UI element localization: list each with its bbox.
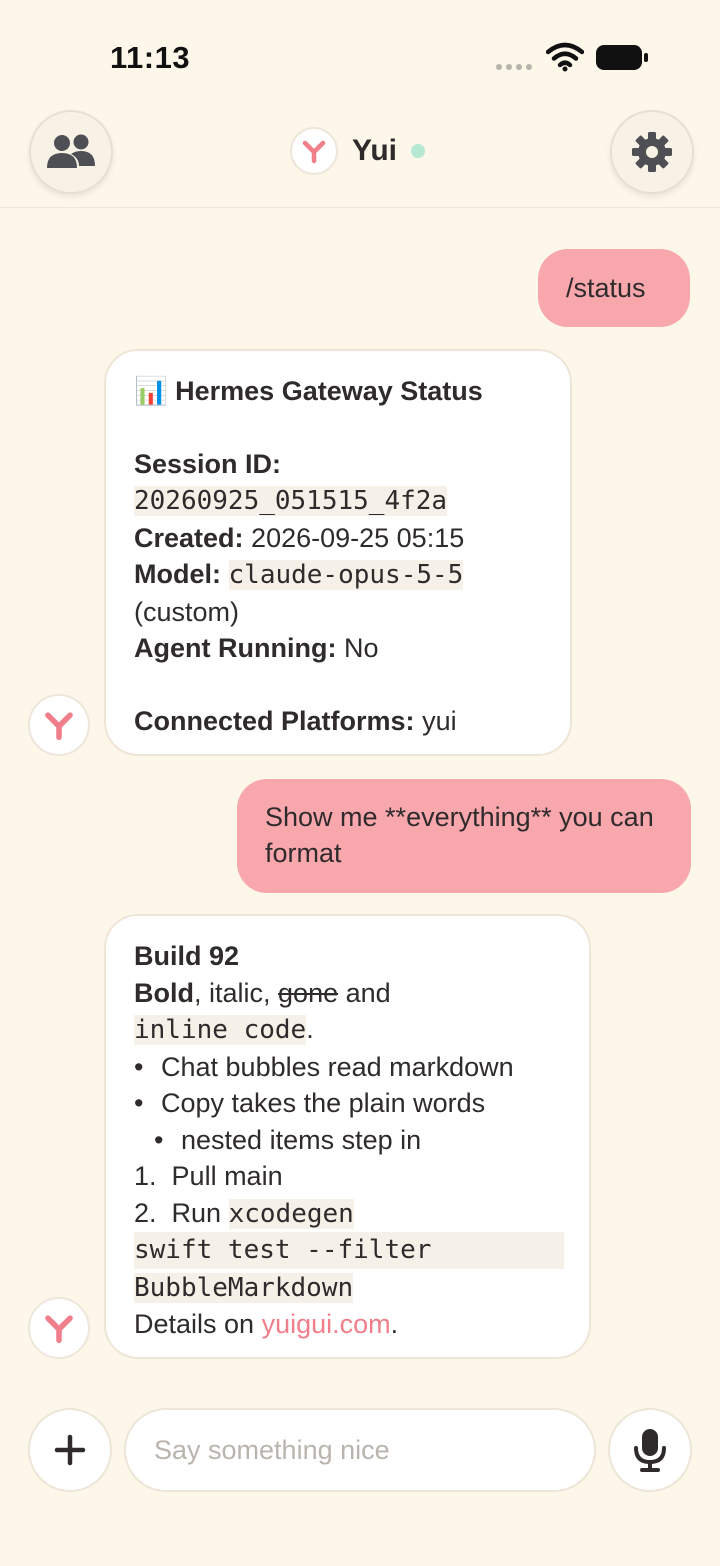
- header-title-group: Yui: [290, 127, 426, 175]
- yui-logo-icon: [302, 140, 326, 164]
- gear-icon: [632, 132, 672, 172]
- avatar: [290, 127, 338, 175]
- page-title: Yui: [352, 134, 398, 167]
- model-row: Model: claude-opus-5-5: [134, 559, 464, 590]
- yui-logo-icon: [45, 1315, 73, 1344]
- bot-message-status[interactable]: 📊 Hermes Gateway Status Session ID: 2026…: [104, 349, 572, 756]
- code-block-line: swift test --filter: [134, 1232, 564, 1269]
- screen: 11:13 Yui /status 📊 Hermes Gateway Statu…: [0, 0, 720, 1566]
- agent-value: No: [343, 633, 379, 663]
- numbered-item: 1. Pull main: [134, 1161, 283, 1191]
- nested-list-item: • nested items step in: [154, 1124, 422, 1155]
- details-row: Details on yuigui.com.: [134, 1309, 399, 1339]
- message-input[interactable]: [124, 1408, 596, 1492]
- yui-logo-icon: [45, 712, 73, 741]
- people-icon: [47, 134, 95, 168]
- chart-emoji-icon: 📊: [134, 376, 168, 406]
- online-status-dot: [411, 144, 426, 158]
- format-inline-row: Bold, italic, gone and: [134, 977, 391, 1008]
- format-heading: Build 92: [134, 941, 240, 971]
- agent-row: Agent Running: No: [134, 633, 379, 663]
- session-value: 20260925_051515_4f2a: [134, 486, 448, 516]
- add-attachment-button[interactable]: [28, 1408, 112, 1492]
- model-note: (custom): [134, 596, 240, 627]
- format-code-row: inline code.: [134, 1014, 314, 1045]
- status-title: 📊 Hermes Gateway Status: [134, 376, 483, 406]
- user-message-text: Show me **everything** you can format: [265, 802, 654, 868]
- microphone-icon: [634, 1429, 666, 1472]
- chat-header: Yui: [0, 100, 720, 208]
- user-message[interactable]: /status: [538, 249, 690, 327]
- session-label: Session ID:: [134, 448, 282, 479]
- created-value: 2026-09-25 05:15: [251, 522, 465, 553]
- model-value: claude-opus-5-5: [228, 560, 464, 590]
- user-message-text: /status: [566, 273, 646, 303]
- created-row: Created: 2026-09-25 05:15: [134, 522, 465, 553]
- battery-icon: [596, 45, 648, 70]
- details-link[interactable]: yuigui.com: [262, 1309, 391, 1339]
- wifi-icon: [546, 42, 584, 72]
- list-item: • Copy takes the plain words: [134, 1088, 486, 1118]
- bot-message-format[interactable]: Build 92 Bold, italic, gone and inline c…: [104, 914, 591, 1359]
- platforms-row: Connected Platforms: yui: [134, 705, 457, 736]
- bot-avatar: [28, 694, 90, 756]
- settings-button[interactable]: [610, 110, 694, 194]
- platforms-value: yui: [422, 705, 457, 736]
- user-message[interactable]: Show me **everything** you can format: [237, 779, 691, 893]
- code-block-line: BubbleMarkdown: [134, 1272, 354, 1303]
- signal-icon: [496, 64, 532, 70]
- numbered-item: 2. Run xcodegen: [134, 1197, 354, 1229]
- clock: 11:13: [110, 40, 191, 75]
- plus-icon: [54, 1434, 86, 1466]
- people-button[interactable]: [29, 110, 113, 194]
- status-bar: 11:13: [0, 0, 720, 100]
- microphone-button[interactable]: [608, 1408, 692, 1492]
- bot-avatar: [28, 1297, 90, 1359]
- list-item: • Chat bubbles read markdown: [134, 1051, 514, 1082]
